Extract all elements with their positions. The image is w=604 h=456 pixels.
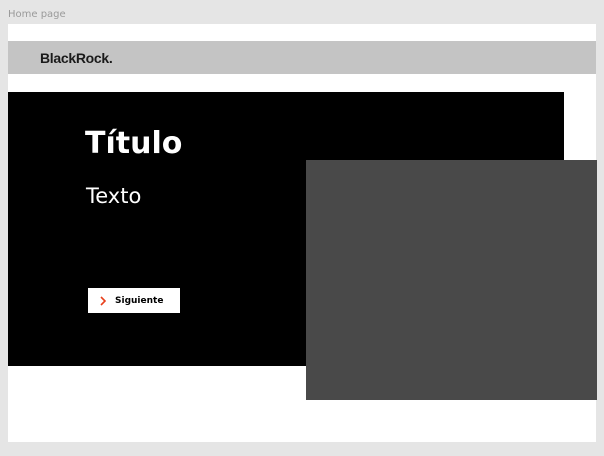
image-placeholder xyxy=(306,160,597,400)
site-header: BlackRock. xyxy=(8,41,596,74)
next-button-label: Siguiente xyxy=(115,295,164,306)
hero-title: Título xyxy=(85,126,183,161)
frame-label: Home page xyxy=(8,9,66,20)
brand-logo[interactable]: BlackRock. xyxy=(40,50,113,66)
next-button[interactable]: Siguiente xyxy=(88,288,180,313)
chevron-right-icon xyxy=(97,295,109,307)
hero-text: Texto xyxy=(86,184,142,208)
